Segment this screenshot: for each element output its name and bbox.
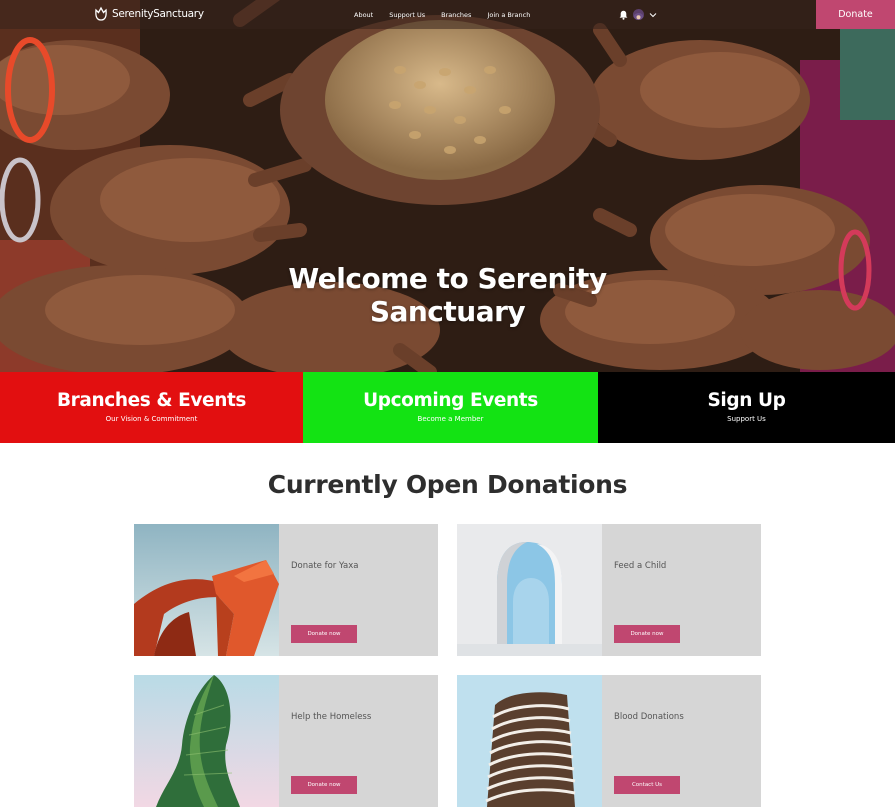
card-image <box>457 524 602 656</box>
avatar-image <box>633 13 644 20</box>
donations-section-title: Currently Open Donations <box>267 470 628 499</box>
tile-subtitle: Become a Member <box>417 415 484 423</box>
top-navigation: SerenitySanctuary About Support Us Branc… <box>0 0 895 29</box>
user-controls <box>619 8 657 21</box>
donate-now-button[interactable]: Donate now <box>614 625 680 643</box>
bell-icon[interactable] <box>619 10 628 20</box>
donation-card: Blood Donations Contact Us <box>457 675 761 807</box>
nav-link-about[interactable]: About <box>354 11 373 19</box>
building-image <box>457 675 602 807</box>
donation-card: Donate for Yaxa Donate now <box>134 524 438 656</box>
card-title: Donate for Yaxa <box>291 561 359 571</box>
sculpture-image <box>134 524 279 656</box>
contact-us-button[interactable]: Contact Us <box>614 776 680 794</box>
hero-title-line1: Welcome to Serenity <box>288 262 607 295</box>
donate-button[interactable]: Donate <box>816 0 895 29</box>
brand-name: SerenitySanctuary <box>112 8 204 20</box>
donation-card: Feed a Child Donate now <box>457 524 761 656</box>
tile-branches-events[interactable]: Branches & Events Our Vision & Commitmen… <box>0 372 303 443</box>
card-title: Help the Homeless <box>291 712 372 722</box>
leaf-image <box>134 675 279 807</box>
nav-link-join-a-branch[interactable]: Join a Branch <box>487 11 530 19</box>
tile-sign-up[interactable]: Sign Up Support Us <box>598 372 895 443</box>
card-image <box>134 675 279 807</box>
tile-title: Sign Up <box>707 390 786 411</box>
tulip-logo-icon <box>95 6 107 21</box>
tile-title: Upcoming Events <box>363 390 538 411</box>
hero-title: Welcome to Serenity Sanctuary <box>0 262 895 328</box>
nav-link-branches[interactable]: Branches <box>441 11 471 19</box>
tile-subtitle: Support Us <box>727 415 766 423</box>
arches-image <box>457 524 602 656</box>
nav-links: About Support Us Branches Join a Branch <box>354 0 546 29</box>
avatar[interactable] <box>633 9 644 20</box>
tile-upcoming-events[interactable]: Upcoming Events Become a Member <box>303 372 598 443</box>
hero-title-line2: Sanctuary <box>369 295 526 328</box>
card-image <box>457 675 602 807</box>
donate-now-button[interactable]: Donate now <box>291 625 357 643</box>
card-image <box>134 524 279 656</box>
donation-card: Help the Homeless Donate now <box>134 675 438 807</box>
card-title: Feed a Child <box>614 561 667 571</box>
hero-banner: Welcome to Serenity Sanctuary <box>0 0 895 372</box>
card-title: Blood Donations <box>614 712 684 722</box>
tile-title: Branches & Events <box>56 390 247 411</box>
feature-tiles: Branches & Events Our Vision & Commitmen… <box>0 372 895 443</box>
nav-link-support-us[interactable]: Support Us <box>389 11 425 19</box>
chevron-down-icon[interactable] <box>649 12 657 18</box>
tile-subtitle: Our Vision & Commitment <box>105 415 198 423</box>
brand[interactable]: SerenitySanctuary <box>94 5 204 23</box>
donate-now-button[interactable]: Donate now <box>291 776 357 794</box>
